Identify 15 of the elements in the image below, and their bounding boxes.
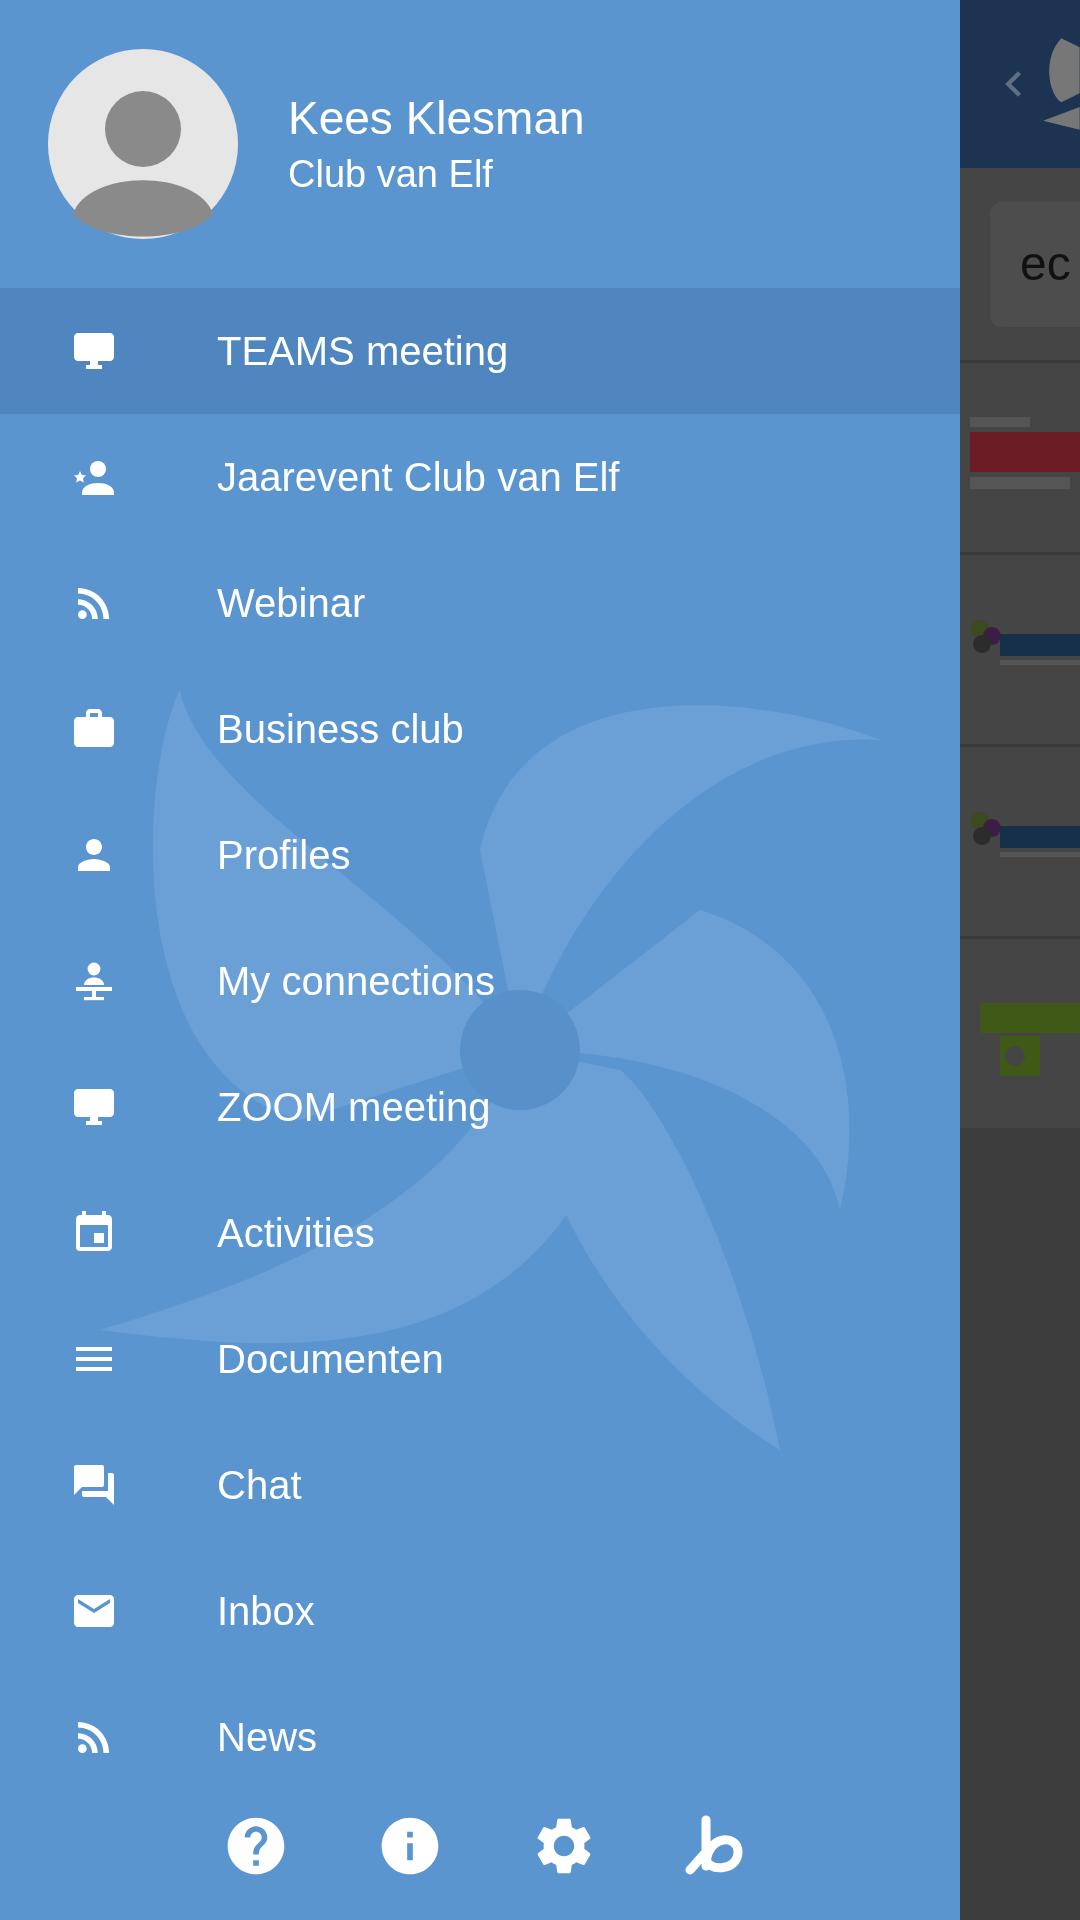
menu-item[interactable]: Profiles [0,792,960,918]
menu-item[interactable]: News [0,1674,960,1800]
menu-item[interactable]: My connections [0,918,960,1044]
menu-item[interactable]: Business club [0,666,960,792]
menu-item[interactable]: Inbox [0,1548,960,1674]
menu-item[interactable]: Chat [0,1422,960,1548]
search-field[interactable]: ec [990,201,1080,327]
menu-item[interactable]: Jaarevent Club van Elf [0,414,960,540]
menu-item[interactable]: Webinar [0,540,960,666]
menu-item[interactable]: TEAMS meeting [0,288,960,414]
menu-item[interactable]: Activities [0,1170,960,1296]
menu-item[interactable]: Documenten [0,1296,960,1422]
menu-item[interactable]: ZOOM meeting [0,1044,960,1170]
profile-organization: Club van Elf [288,152,494,197]
profile-name: Kees Klesman [288,90,585,146]
